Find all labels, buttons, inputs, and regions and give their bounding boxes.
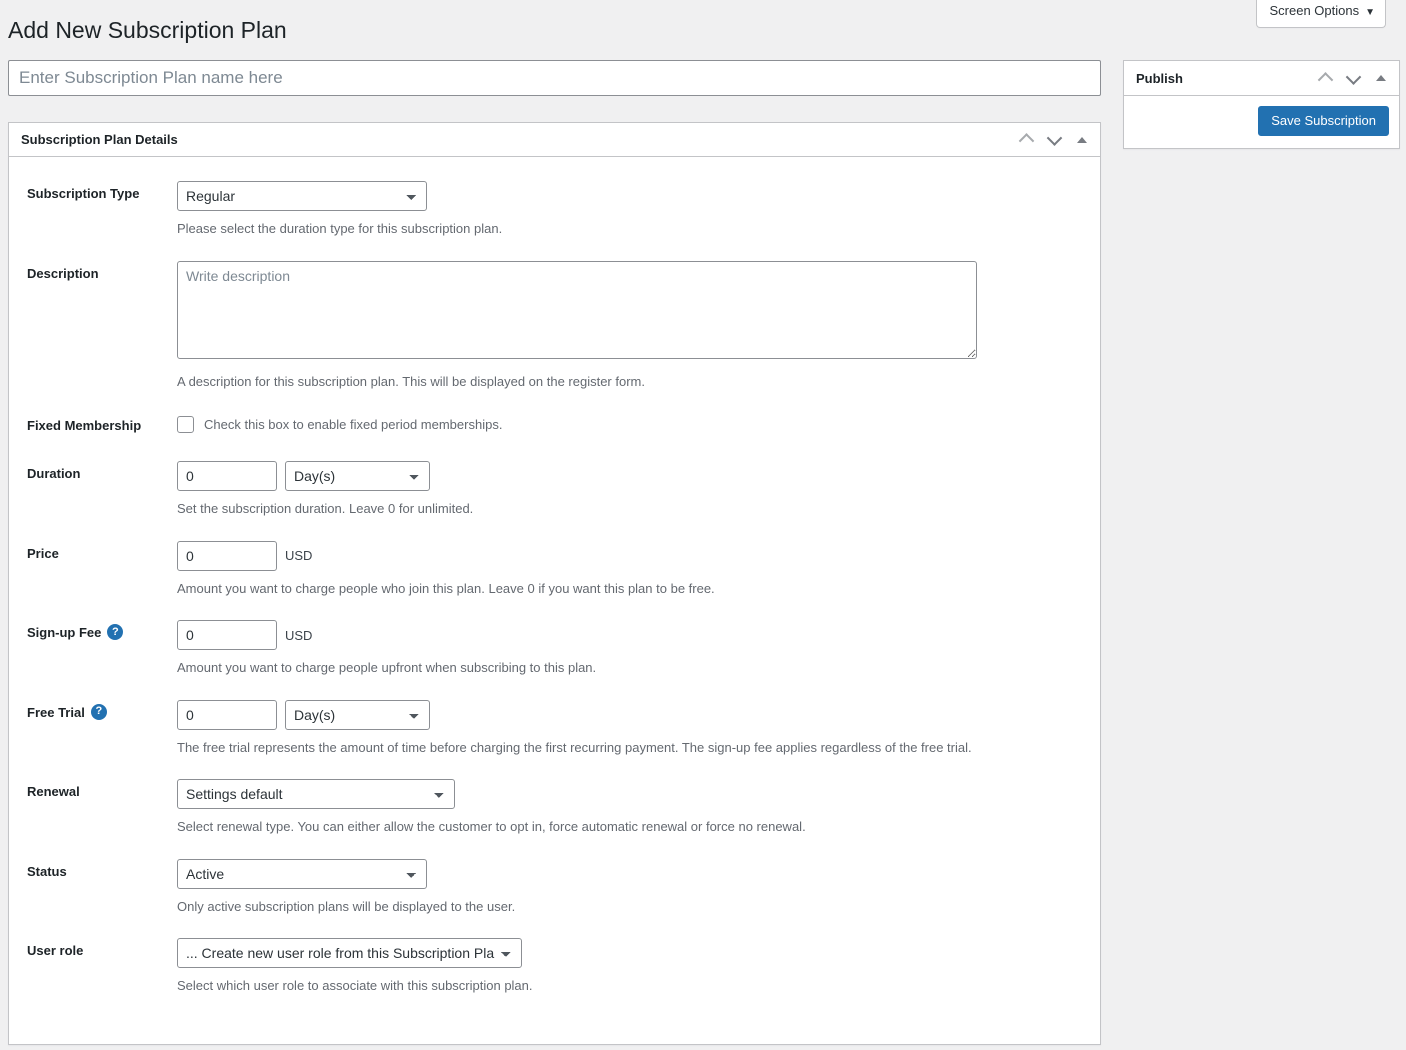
- field-row-status: Status Active Only active subscription p…: [9, 858, 1100, 917]
- price-currency-label: USD: [285, 548, 313, 563]
- metabox-header: Subscription Plan Details: [9, 123, 1100, 157]
- chevron-up-icon: [1317, 71, 1333, 88]
- signup-fee-label: Sign-up Fee ?: [27, 620, 177, 678]
- metabox-body: Subscription Type Regular Please select …: [9, 157, 1100, 996]
- free-trial-unit-select[interactable]: Day(s): [285, 699, 430, 730]
- help-icon[interactable]: ?: [107, 624, 124, 640]
- free-trial-description: The free trial represents the amount of …: [177, 739, 972, 755]
- user-role-description: Select which user role to associate with…: [177, 978, 533, 993]
- signup-fee-input[interactable]: [177, 620, 277, 650]
- field-row-free-trial: Free Trial ? Day(s) The free trial repre…: [9, 699, 1100, 758]
- free-trial-input[interactable]: [177, 699, 277, 730]
- triangle-up-icon: [1376, 75, 1386, 81]
- screen-options-tab[interactable]: Screen Options ▼: [1256, 0, 1386, 29]
- status-select[interactable]: Active: [177, 858, 427, 889]
- screen-options-label: Screen Options: [1269, 3, 1360, 18]
- toggle-panel-button[interactable]: [1068, 126, 1096, 154]
- fixed-membership-label: Fixed Membership: [27, 418, 142, 433]
- field-row-signup-fee: Sign-up Fee ? USD Amount you want to cha…: [9, 620, 1100, 678]
- description-help-text: A description for this subscription plan…: [177, 373, 645, 389]
- free-trial-label-text: Free Trial: [27, 704, 85, 720]
- duration-unit-select[interactable]: Day(s): [285, 461, 430, 491]
- page-title: Add New Subscription Plan: [8, 17, 287, 43]
- publish-panel: Publish Save Subscription: [1123, 60, 1400, 149]
- duration-input[interactable]: [177, 461, 277, 491]
- price-label: Price: [27, 545, 59, 561]
- signup-fee-label-text: Sign-up Fee: [27, 625, 102, 640]
- triangle-up-icon: [1077, 136, 1087, 143]
- fixed-membership-checkbox[interactable]: [177, 416, 194, 433]
- field-row-user-role: User role ... Create new user role from …: [9, 938, 1100, 996]
- move-down-button[interactable]: [1040, 126, 1068, 154]
- signup-fee-description: Amount you want to charge people upfront…: [177, 660, 597, 675]
- price-input[interactable]: [177, 540, 277, 571]
- field-row-duration: Duration Day(s) Set the subscription dur…: [9, 461, 1100, 519]
- status-description: Only active subscription plans will be d…: [177, 898, 516, 914]
- renewal-description: Select renewal type. You can either allo…: [177, 819, 806, 834]
- save-subscription-button[interactable]: Save Subscription: [1258, 106, 1389, 136]
- field-row-subscription-type: Subscription Type Regular Please select …: [9, 181, 1100, 239]
- duration-description: Set the subscription duration. Leave 0 f…: [177, 501, 474, 516]
- move-up-button[interactable]: [1311, 64, 1339, 92]
- fixed-membership-checkbox-label: Check this box to enable fixed period me…: [204, 417, 503, 432]
- renewal-label: Renewal: [27, 784, 80, 799]
- subscription-type-label: Subscription Type: [27, 186, 140, 201]
- metabox-title: Subscription Plan Details: [21, 132, 178, 147]
- chevron-down-icon: [1345, 68, 1361, 85]
- subscription-plan-name-input[interactable]: [8, 60, 1101, 96]
- publish-title: Publish: [1136, 70, 1183, 86]
- status-label: Status: [27, 863, 67, 879]
- field-row-description: Description A description for this subsc…: [9, 260, 1100, 392]
- publish-header: Publish: [1124, 61, 1399, 96]
- move-up-button[interactable]: [1012, 126, 1040, 154]
- subscription-type-description: Please select the duration type for this…: [177, 221, 503, 236]
- chevron-up-icon: [1018, 133, 1034, 149]
- price-description: Amount you want to charge people who joi…: [177, 580, 715, 596]
- field-row-renewal: Renewal Settings default Select renewal …: [9, 779, 1100, 837]
- help-icon[interactable]: ?: [90, 703, 107, 720]
- duration-label: Duration: [27, 466, 81, 481]
- subscription-type-select[interactable]: Regular: [177, 181, 427, 211]
- chevron-down-icon: ▼: [1365, 7, 1375, 18]
- move-down-button[interactable]: [1339, 64, 1367, 92]
- publish-body: Save Subscription: [1124, 96, 1399, 148]
- toggle-panel-button[interactable]: [1367, 64, 1395, 92]
- field-row-fixed-membership: Fixed Membership Check this box to enabl…: [9, 413, 1100, 433]
- user-role-label: User role: [27, 943, 84, 958]
- description-textarea[interactable]: [177, 260, 977, 359]
- signup-fee-currency-label: USD: [285, 627, 313, 643]
- field-row-price: Price USD Amount you want to charge peop…: [9, 540, 1100, 599]
- description-label: Description: [27, 265, 99, 281]
- chevron-down-icon: [1046, 130, 1062, 146]
- user-role-select[interactable]: ... Create new user role from this Subsc…: [177, 938, 522, 968]
- subscription-plan-details-panel: Subscription Plan Details Subscription T…: [8, 122, 1101, 1045]
- free-trial-label: Free Trial ?: [27, 700, 177, 758]
- renewal-select[interactable]: Settings default: [177, 779, 455, 809]
